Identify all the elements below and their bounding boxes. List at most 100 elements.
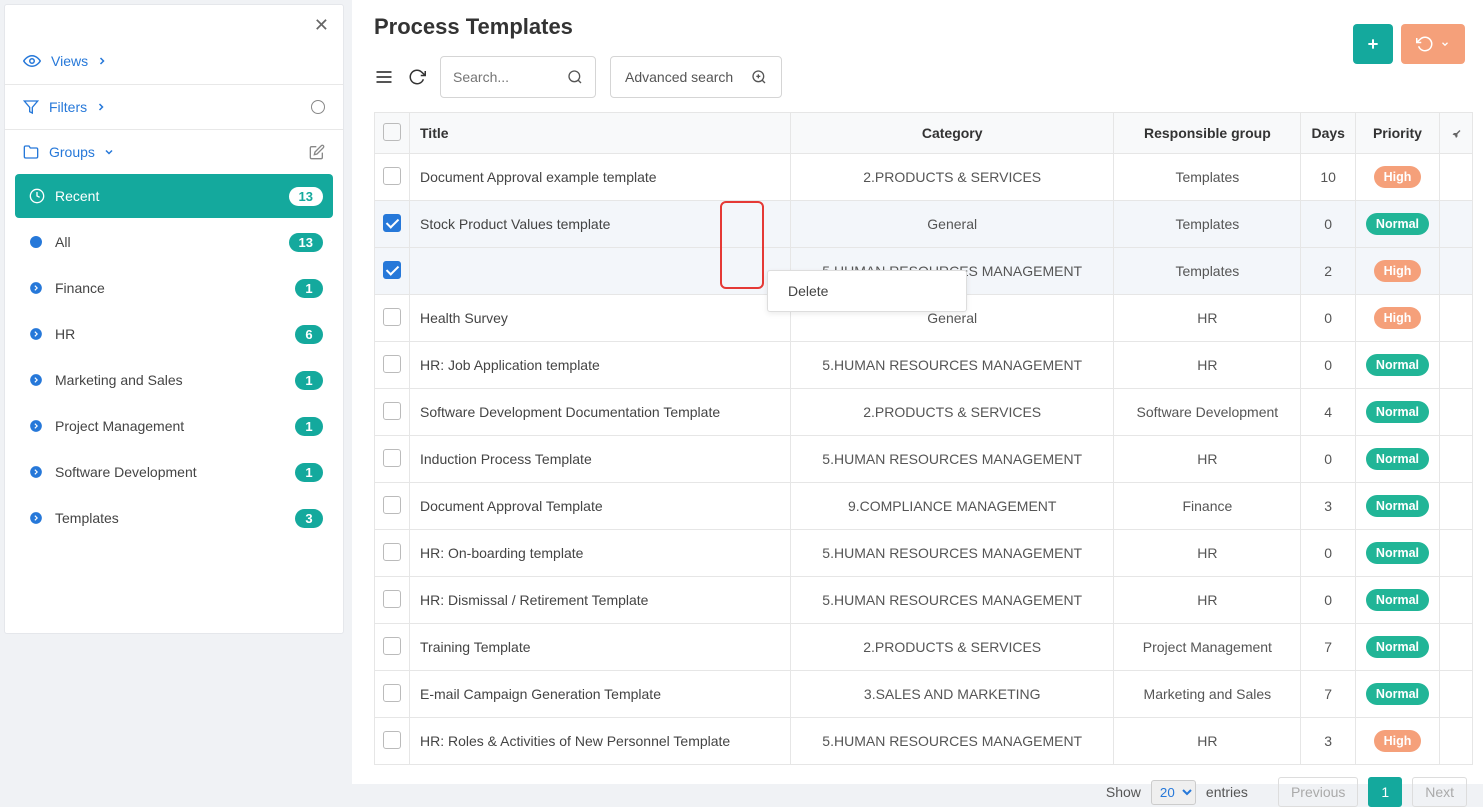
table-row[interactable]: HR: Job Application template5.HUMAN RESO… bbox=[375, 342, 1473, 389]
row-checkbox[interactable] bbox=[383, 214, 401, 232]
cell-days: 7 bbox=[1301, 624, 1355, 671]
cell-priority: High bbox=[1355, 295, 1439, 342]
add-button[interactable] bbox=[1353, 24, 1393, 64]
search-icon[interactable] bbox=[567, 69, 583, 85]
sidebar-item-count: 1 bbox=[295, 279, 323, 298]
arrow-icon bbox=[29, 419, 45, 433]
cell-title: Induction Process Template bbox=[410, 436, 791, 483]
filter-indicator-icon bbox=[311, 100, 325, 114]
row-checkbox[interactable] bbox=[383, 684, 401, 702]
row-checkbox[interactable] bbox=[383, 308, 401, 326]
sidebar-item-all[interactable]: All13 bbox=[15, 220, 333, 264]
row-checkbox[interactable] bbox=[383, 731, 401, 749]
cell-pin[interactable] bbox=[1440, 248, 1473, 295]
table-row[interactable]: Training Template2.PRODUCTS & SERVICESPr… bbox=[375, 624, 1473, 671]
cell-pin[interactable] bbox=[1440, 342, 1473, 389]
table-row[interactable]: Document Approval example template2.PROD… bbox=[375, 154, 1473, 201]
search-box[interactable] bbox=[440, 56, 596, 98]
cell-group: HR bbox=[1114, 718, 1301, 765]
cell-priority: Normal bbox=[1355, 436, 1439, 483]
search-input[interactable] bbox=[453, 69, 567, 85]
sidebar-item-count: 1 bbox=[295, 417, 323, 436]
chevron-right-icon bbox=[96, 55, 108, 67]
table-row[interactable]: HR: Roles & Activities of New Personnel … bbox=[375, 718, 1473, 765]
cell-pin[interactable] bbox=[1440, 577, 1473, 624]
page-size-select[interactable]: 20 bbox=[1151, 780, 1196, 805]
cell-pin[interactable] bbox=[1440, 201, 1473, 248]
sidebar-item-count: 1 bbox=[295, 371, 323, 390]
folder-icon bbox=[23, 144, 39, 160]
sidebar-item-label: Templates bbox=[55, 510, 119, 526]
cell-category: 2.PRODUCTS & SERVICES bbox=[791, 389, 1114, 436]
advanced-search-button[interactable]: Advanced search bbox=[610, 56, 782, 98]
row-checkbox[interactable] bbox=[383, 355, 401, 373]
cell-title: HR: Roles & Activities of New Personnel … bbox=[410, 718, 791, 765]
row-checkbox[interactable] bbox=[383, 449, 401, 467]
cell-title bbox=[410, 248, 791, 295]
sidebar-item-label: Project Management bbox=[55, 418, 184, 434]
previous-button[interactable]: Previous bbox=[1278, 777, 1358, 807]
column-days[interactable]: Days bbox=[1301, 113, 1355, 154]
cell-pin[interactable] bbox=[1440, 624, 1473, 671]
sidebar-item-finance[interactable]: Finance1 bbox=[15, 266, 333, 310]
templates-table: Title Category Responsible group Days Pr… bbox=[374, 112, 1473, 765]
sidebar-item-software-development[interactable]: Software Development1 bbox=[15, 450, 333, 494]
close-icon[interactable]: ✕ bbox=[314, 15, 329, 35]
groups-label: Groups bbox=[49, 144, 95, 160]
row-checkbox[interactable] bbox=[383, 496, 401, 514]
pager: Show 20 entries Previous 1 Next bbox=[374, 765, 1473, 807]
column-title[interactable]: Title bbox=[410, 113, 791, 154]
column-priority[interactable]: Priority bbox=[1355, 113, 1439, 154]
row-checkbox[interactable] bbox=[383, 543, 401, 561]
cell-pin[interactable] bbox=[1440, 530, 1473, 577]
menu-icon[interactable] bbox=[374, 67, 394, 87]
row-checkbox[interactable] bbox=[383, 167, 401, 185]
next-button[interactable]: Next bbox=[1412, 777, 1467, 807]
cell-days: 3 bbox=[1301, 718, 1355, 765]
menu-item-delete[interactable]: Delete bbox=[768, 271, 966, 311]
table-row[interactable]: Software Development Documentation Templ… bbox=[375, 389, 1473, 436]
filters-toggle[interactable]: Filters bbox=[5, 85, 343, 129]
cell-group: HR bbox=[1114, 436, 1301, 483]
select-all-checkbox[interactable] bbox=[383, 123, 401, 141]
column-category[interactable]: Category bbox=[791, 113, 1114, 154]
cell-priority: Normal bbox=[1355, 624, 1439, 671]
cell-group: Finance bbox=[1114, 483, 1301, 530]
column-pin[interactable] bbox=[1440, 113, 1473, 154]
views-toggle[interactable]: Views bbox=[5, 38, 343, 84]
row-checkbox[interactable] bbox=[383, 402, 401, 420]
cell-pin[interactable] bbox=[1440, 295, 1473, 342]
edit-icon[interactable] bbox=[309, 144, 325, 160]
table-row[interactable]: Induction Process Template5.HUMAN RESOUR… bbox=[375, 436, 1473, 483]
table-row[interactable]: E-mail Campaign Generation Template3.SAL… bbox=[375, 671, 1473, 718]
table-row[interactable]: HR: On-boarding template5.HUMAN RESOURCE… bbox=[375, 530, 1473, 577]
column-group[interactable]: Responsible group bbox=[1114, 113, 1301, 154]
sidebar-item-templates[interactable]: Templates3 bbox=[15, 496, 333, 540]
sidebar-item-hr[interactable]: HR6 bbox=[15, 312, 333, 356]
cell-days: 0 bbox=[1301, 201, 1355, 248]
cell-category: 5.HUMAN RESOURCES MANAGEMENT bbox=[791, 577, 1114, 624]
page-number[interactable]: 1 bbox=[1368, 777, 1402, 807]
groups-toggle[interactable]: Groups bbox=[5, 130, 343, 174]
cell-pin[interactable] bbox=[1440, 436, 1473, 483]
refresh-dropdown-button[interactable] bbox=[1401, 24, 1465, 64]
cell-pin[interactable] bbox=[1440, 154, 1473, 201]
table-row[interactable]: Document Approval Template9.COMPLIANCE M… bbox=[375, 483, 1473, 530]
sidebar-item-project-management[interactable]: Project Management 1 bbox=[15, 404, 333, 448]
table-row[interactable]: HR: Dismissal / Retirement Template5.HUM… bbox=[375, 577, 1473, 624]
cell-category: 5.HUMAN RESOURCES MANAGEMENT bbox=[791, 530, 1114, 577]
reload-icon[interactable] bbox=[408, 68, 426, 86]
row-checkbox[interactable] bbox=[383, 261, 401, 279]
cell-priority: Normal bbox=[1355, 671, 1439, 718]
row-checkbox[interactable] bbox=[383, 590, 401, 608]
cell-pin[interactable] bbox=[1440, 483, 1473, 530]
sidebar-item-recent[interactable]: Recent13 bbox=[15, 174, 333, 218]
sidebar-item-marketing-and-sales[interactable]: Marketing and Sales1 bbox=[15, 358, 333, 402]
sidebar-item-count: 13 bbox=[289, 187, 323, 206]
row-checkbox[interactable] bbox=[383, 637, 401, 655]
cell-pin[interactable] bbox=[1440, 718, 1473, 765]
cell-pin[interactable] bbox=[1440, 389, 1473, 436]
arrow-icon bbox=[29, 373, 45, 387]
table-row[interactable]: Stock Product Values templateGeneralTemp… bbox=[375, 201, 1473, 248]
cell-pin[interactable] bbox=[1440, 671, 1473, 718]
